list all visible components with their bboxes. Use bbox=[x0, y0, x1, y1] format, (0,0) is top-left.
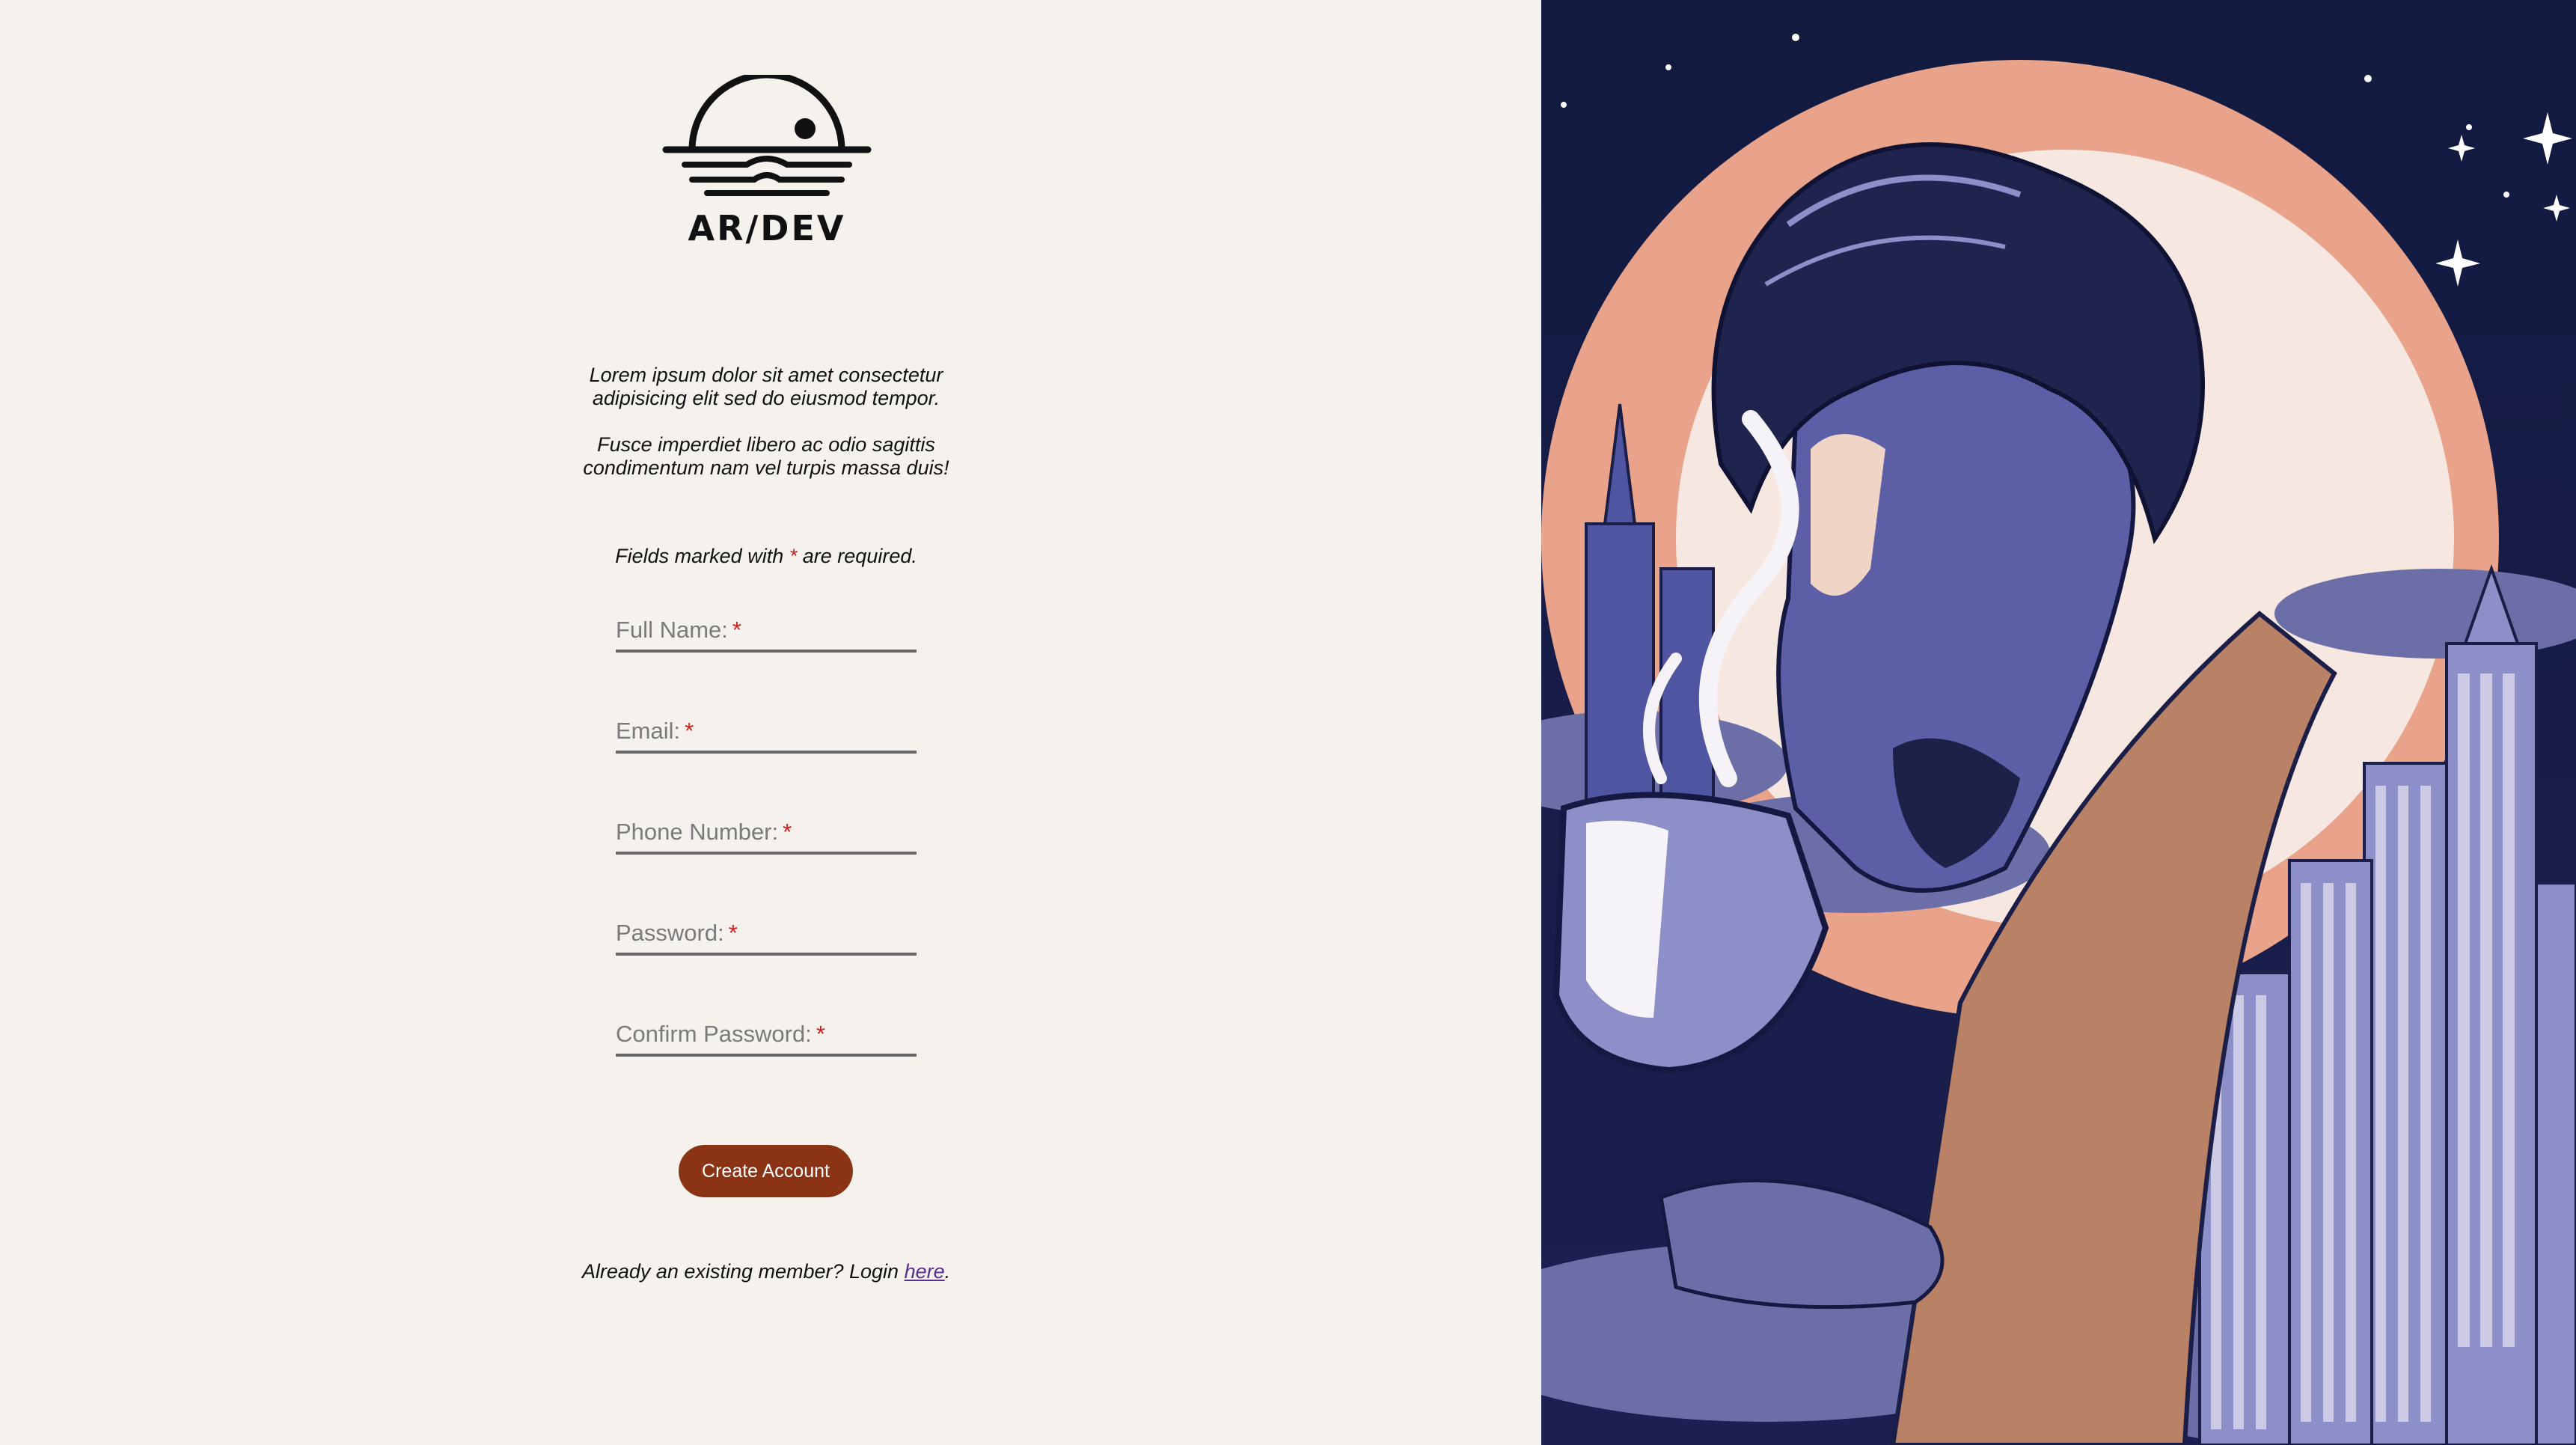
email-input[interactable] bbox=[616, 713, 917, 751]
phone-number-field[interactable]: Phone Number: * bbox=[616, 814, 917, 855]
required-note-suffix: are required. bbox=[802, 545, 917, 567]
required-asterisk: * bbox=[789, 545, 798, 567]
full-name-field[interactable]: Full Name: * bbox=[616, 612, 917, 653]
email-field[interactable]: Email: * bbox=[616, 713, 917, 754]
full-name-input[interactable] bbox=[616, 612, 917, 650]
login-prompt-suffix: . bbox=[944, 1260, 951, 1283]
confirm-password-field[interactable]: Confirm Password: * bbox=[616, 1016, 917, 1057]
password-field[interactable]: Password: * bbox=[616, 915, 917, 956]
password-input[interactable] bbox=[616, 915, 917, 953]
intro-paragraph-1: Lorem ipsum dolor sit amet consectetur a… bbox=[589, 364, 943, 409]
hero-illustration bbox=[1541, 0, 2576, 1445]
create-account-button[interactable]: Create Account bbox=[679, 1145, 853, 1197]
brand-name: AR/DEV bbox=[688, 208, 846, 248]
required-note-prefix: Fields marked with bbox=[615, 545, 784, 567]
login-prompt: Already an existing member? Login here. bbox=[542, 1260, 991, 1283]
phone-number-input[interactable] bbox=[616, 814, 917, 852]
intro-text: Lorem ipsum dolor sit amet consectetur a… bbox=[542, 364, 991, 480]
login-prompt-text: Already an existing member? Login bbox=[581, 1260, 899, 1283]
signup-page: AR/DEV Lorem ipsum dolor sit amet consec… bbox=[0, 0, 2576, 1445]
login-here-link[interactable]: here bbox=[905, 1260, 945, 1283]
required-fields-note: Fields marked with * are required. bbox=[542, 545, 991, 568]
confirm-password-input[interactable] bbox=[616, 1016, 917, 1054]
signup-panel: AR/DEV Lorem ipsum dolor sit amet consec… bbox=[0, 0, 1541, 1445]
intro-paragraph-2: Fusce imperdiet libero ac odio sagittis … bbox=[583, 433, 949, 479]
